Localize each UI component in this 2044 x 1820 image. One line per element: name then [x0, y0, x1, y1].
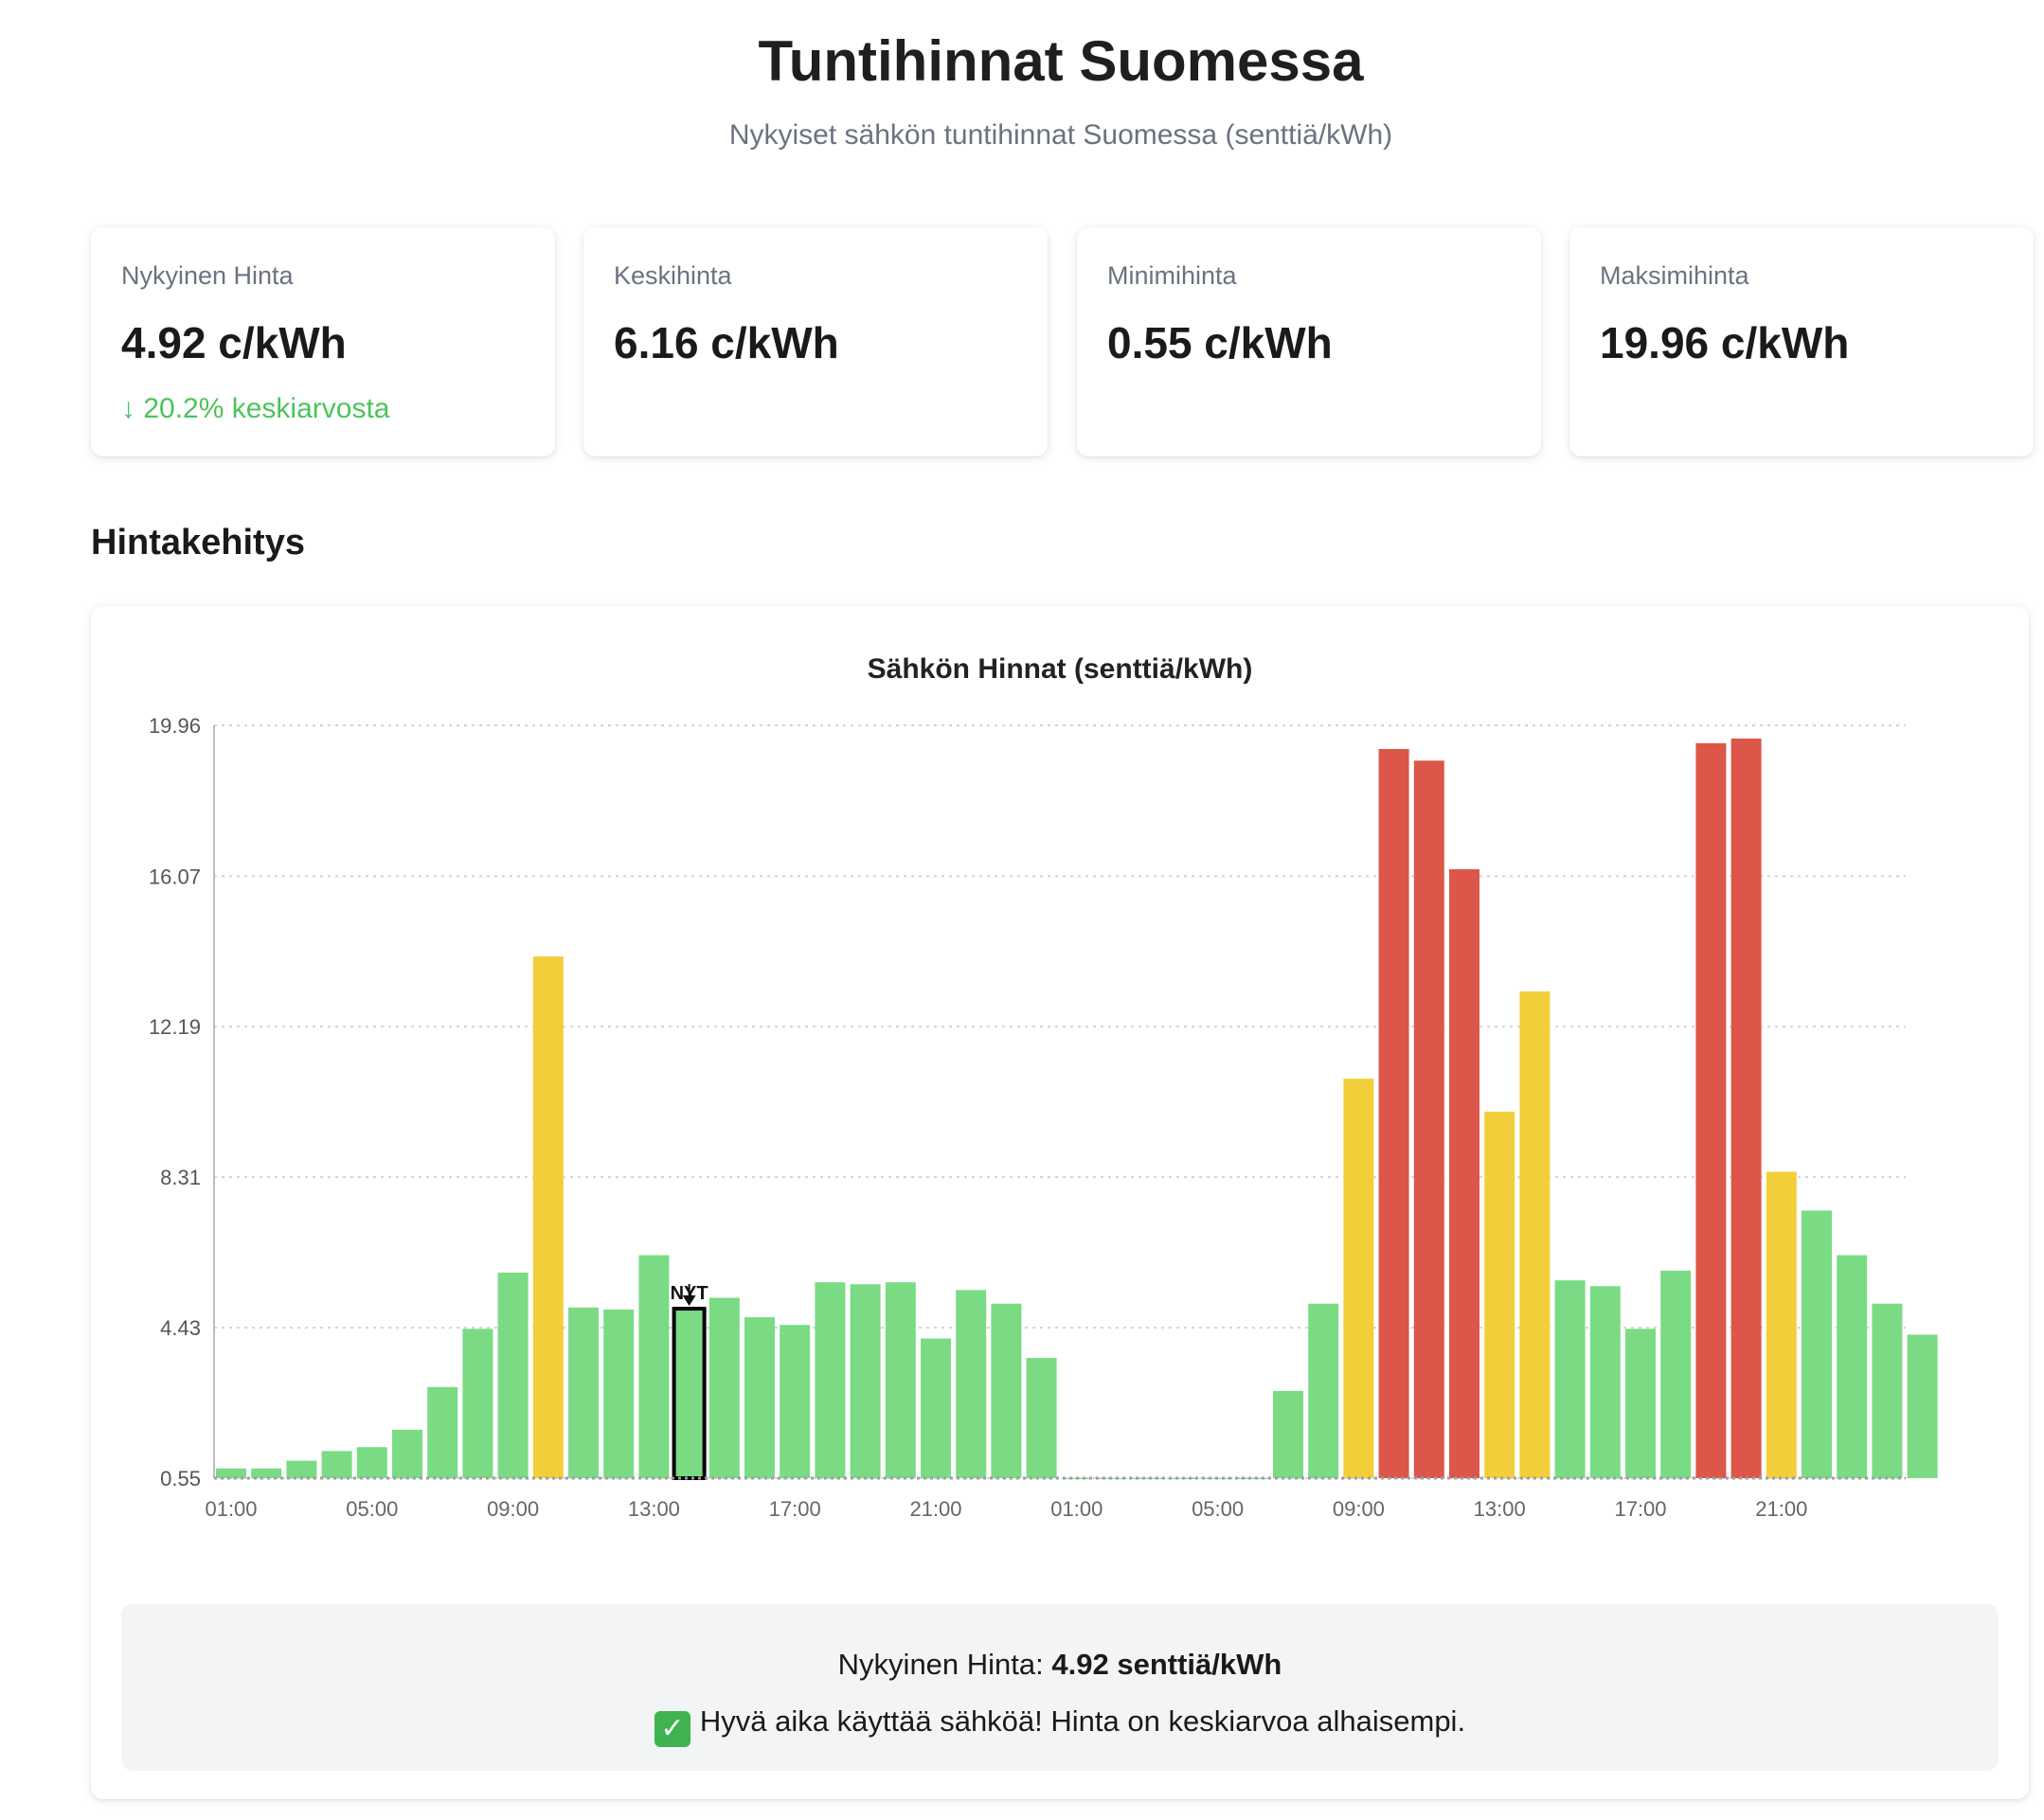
bar — [356, 1447, 387, 1478]
bar — [1449, 868, 1479, 1478]
bar — [1554, 1280, 1586, 1478]
bar — [603, 1309, 635, 1478]
bar — [1625, 1329, 1656, 1478]
x-tick-label: 05:00 — [1192, 1497, 1244, 1521]
y-tick-label: 16.07 — [149, 865, 201, 888]
stat-value: 4.92 c/kWh — [121, 318, 347, 367]
current-price-value: 4.92 senttiä/kWh — [1051, 1648, 1282, 1681]
bar — [638, 1255, 670, 1478]
bar — [1589, 1286, 1621, 1478]
x-tick-label: 01:00 — [1050, 1497, 1103, 1521]
bar — [532, 956, 564, 1478]
x-tick-label: 21:00 — [909, 1497, 961, 1521]
x-tick-label: 05:00 — [346, 1497, 398, 1521]
stat-label: Keskihinta — [614, 261, 732, 290]
check-mark-icon: ✓ — [654, 1711, 690, 1747]
bar — [321, 1451, 352, 1478]
price-advice-line: ✓ Hyvä aika käyttää sähköä! Hinta on kesk… — [121, 1704, 1999, 1747]
price-advice-text: Hyvä aika käyttää sähköä! Hinta on keski… — [699, 1704, 1466, 1738]
stat-value: 19.96 c/kWh — [1600, 318, 1850, 367]
bar — [1273, 1390, 1303, 1478]
x-tick-label: 13:00 — [628, 1497, 680, 1521]
chart-title: Sähkön Hinnat (senttiä/kWh) — [868, 653, 1253, 685]
bar — [1308, 1303, 1339, 1478]
chart-panel: Sähkön Hinnat (senttiä/kWh) 19.96 16.07 12.… — [91, 606, 2029, 1799]
current-price-line: Nykyinen Hinta: 4.92 senttiä/kWh — [121, 1648, 1999, 1682]
bar — [708, 1297, 740, 1478]
bar — [568, 1307, 599, 1478]
current-price-label: Nykyinen Hinta: — [837, 1648, 1052, 1681]
x-tick-label: 17:00 — [769, 1497, 821, 1521]
bar — [427, 1386, 458, 1478]
stat-change-note: ↓ 20.2% keskiarvosta — [121, 393, 390, 424]
bar — [991, 1303, 1022, 1478]
stat-card-average: Keskihinta 6.16 c/kWh — [583, 227, 1048, 456]
bar — [885, 1282, 916, 1478]
bar — [921, 1338, 951, 1478]
bar — [1802, 1210, 1832, 1478]
page-subtitle: Nykyiset sähkön tuntihinnat Suomessa (se… — [728, 119, 1393, 151]
bar — [1343, 1079, 1374, 1478]
x-tick-label: 09:00 — [487, 1497, 539, 1521]
page-title: Tuntihinnat Suomessa — [758, 29, 1364, 93]
section-title: Hintakehitys — [91, 523, 305, 562]
y-tick-label: 19.96 — [149, 714, 201, 738]
bar — [462, 1329, 493, 1478]
bar — [744, 1317, 775, 1478]
bar — [1484, 1111, 1515, 1478]
bar — [392, 1429, 422, 1478]
bar — [1837, 1255, 1868, 1478]
bar — [497, 1272, 529, 1478]
bar — [956, 1290, 987, 1478]
bar — [1413, 760, 1444, 1478]
bar — [1378, 748, 1409, 1478]
stat-card-maximum: Maksimihinta 19.96 c/kWh — [1569, 227, 2034, 456]
bar — [850, 1284, 881, 1478]
y-tick-label: 8.31 — [160, 1166, 201, 1189]
stat-card-minimum: Minimihinta 0.55 c/kWh — [1077, 227, 1541, 456]
bar — [1766, 1171, 1797, 1478]
x-tick-label: 17:00 — [1614, 1497, 1666, 1521]
y-tick-label: 12.19 — [149, 1015, 201, 1039]
bar — [1730, 738, 1762, 1478]
bar — [1872, 1303, 1903, 1478]
x-tick-label: 01:00 — [205, 1497, 257, 1521]
current-price-info: Nykyinen Hinta: 4.92 senttiä/kWh ✓ Hyvä a… — [121, 1604, 1999, 1771]
stat-label: Minimihinta — [1107, 261, 1237, 290]
bar — [216, 1468, 246, 1478]
bar — [1695, 742, 1727, 1478]
y-tick-label: 4.43 — [160, 1316, 201, 1340]
bar — [1660, 1270, 1692, 1478]
price-chart: Sähkön Hinnat (senttiä/kWh) 19.96 16.07 12.… — [149, 653, 1938, 1521]
x-tick-label: 09:00 — [1333, 1497, 1385, 1521]
stat-value: 6.16 c/kWh — [614, 318, 839, 367]
bar — [780, 1325, 811, 1478]
y-tick-label: 0.55 — [160, 1467, 201, 1490]
stat-label: Maksimihinta — [1600, 261, 1749, 290]
bar — [1907, 1334, 1938, 1478]
stat-value: 0.55 c/kWh — [1107, 318, 1333, 367]
bar — [1519, 990, 1551, 1478]
x-tick-label: 21:00 — [1755, 1497, 1807, 1521]
bar-current-hour — [672, 1307, 707, 1481]
stat-label: Nykyinen Hinta — [121, 261, 294, 290]
bar — [286, 1460, 317, 1478]
bar — [1026, 1358, 1057, 1478]
bar — [815, 1282, 846, 1478]
bar — [251, 1468, 282, 1478]
x-tick-label: 13:00 — [1474, 1497, 1526, 1521]
stat-card-current: Nykyinen Hinta 4.92 c/kWh ↓ 20.2% keskia… — [91, 227, 555, 456]
